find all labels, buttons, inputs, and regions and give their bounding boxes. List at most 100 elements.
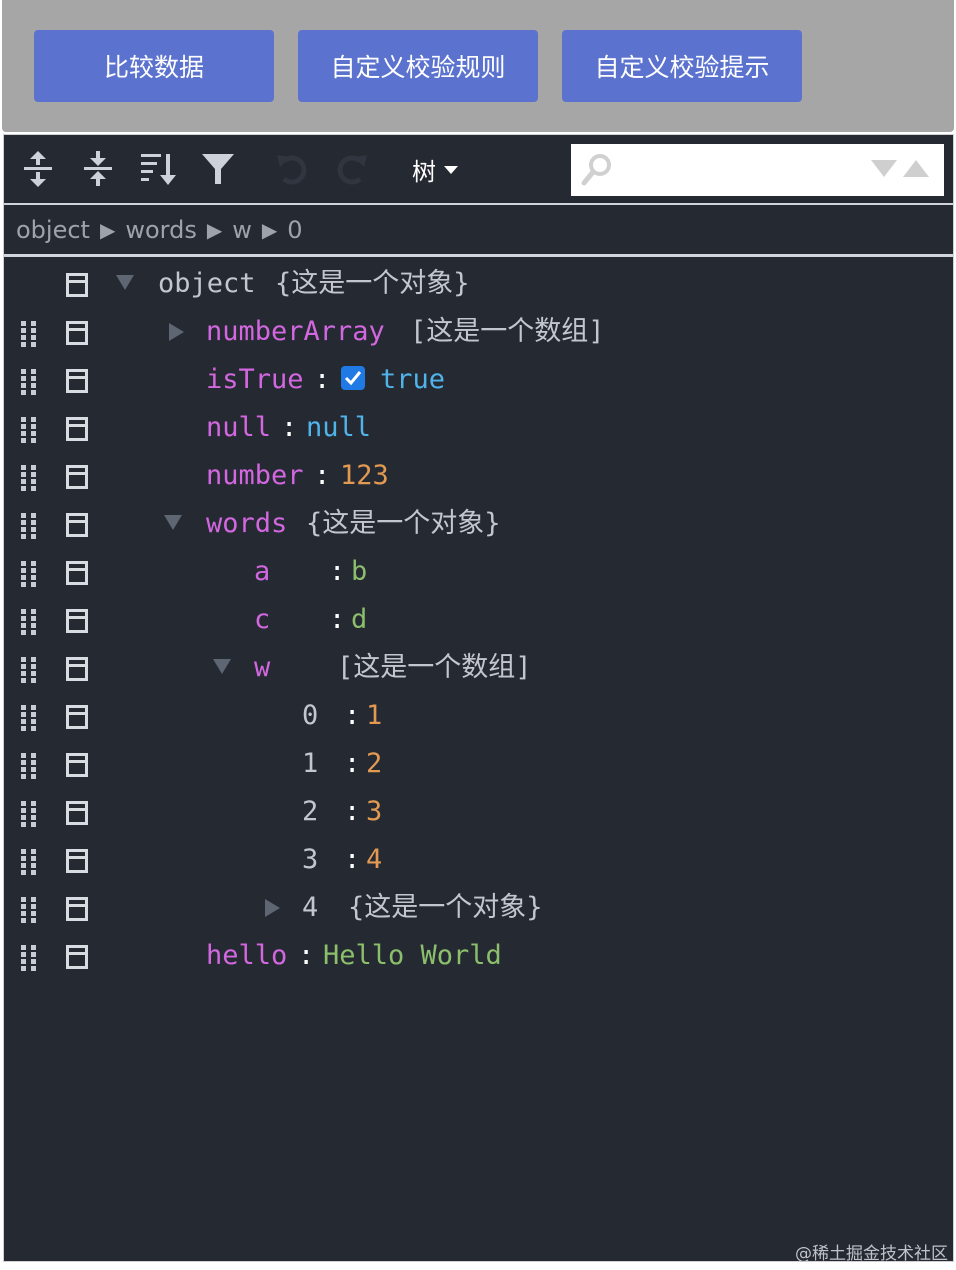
custom-validation-rules-button[interactable]: 自定义校验规则: [298, 30, 538, 102]
editor-toolbar: 树: [4, 135, 953, 205]
expand-toggle-icon[interactable]: [169, 323, 184, 341]
tree-row-hello: hello : Hello World: [4, 933, 953, 981]
field-key[interactable]: isTrue: [206, 363, 304, 397]
field-key[interactable]: c: [254, 603, 270, 637]
drag-handle-icon[interactable]: [21, 657, 37, 687]
filter-icon[interactable]: [196, 147, 240, 191]
key-value-separator: :: [281, 412, 298, 443]
field-description: {这是一个对象}: [348, 892, 543, 923]
drag-handle-icon[interactable]: [21, 465, 37, 495]
field-key[interactable]: a: [254, 555, 270, 589]
drag-handle-icon[interactable]: [21, 609, 37, 639]
array-index: 2: [302, 796, 319, 827]
redo-icon[interactable]: [330, 147, 374, 191]
context-menu-icon[interactable]: [66, 609, 88, 633]
compare-data-button[interactable]: 比较数据: [34, 30, 274, 102]
field-key[interactable]: null: [206, 411, 271, 445]
array-index: 4: [302, 892, 319, 923]
field-value[interactable]: d: [351, 603, 367, 637]
context-menu-icon[interactable]: [66, 513, 88, 537]
breadcrumb-separator-icon: ▶: [99, 217, 116, 242]
field-value[interactable]: Hello World: [323, 939, 502, 973]
drag-handle-icon[interactable]: [21, 753, 37, 783]
context-menu-icon[interactable]: [66, 897, 88, 921]
breadcrumb-item[interactable]: words: [125, 216, 197, 244]
expand-toggle-icon[interactable]: [265, 899, 280, 917]
field-value[interactable]: 3: [366, 795, 382, 829]
tree-row-root: object {这是一个对象}: [4, 261, 953, 309]
tree-row-null: null : null: [4, 405, 953, 453]
tree-row-w-1: 1 : 2: [4, 741, 953, 789]
tree-row-isTrue: isTrue : true: [4, 357, 953, 405]
root-key[interactable]: object: [158, 267, 256, 301]
breadcrumb-item[interactable]: w: [232, 216, 252, 244]
key-value-separator: :: [314, 364, 331, 395]
breadcrumb-separator-icon: ▶: [206, 217, 223, 242]
field-key[interactable]: numberArray: [206, 315, 385, 349]
breadcrumb-item[interactable]: 0: [287, 216, 302, 244]
search-next-icon[interactable]: [871, 160, 897, 177]
field-value[interactable]: 123: [340, 459, 389, 493]
breadcrumb: object ▶ words ▶ w ▶ 0: [4, 205, 953, 257]
key-value-separator: :: [344, 700, 361, 731]
collapse-all-icon[interactable]: [76, 147, 120, 191]
mode-label: 树: [412, 157, 436, 186]
drag-handle-icon[interactable]: [21, 321, 37, 351]
expand-all-icon[interactable]: [16, 147, 60, 191]
expand-toggle-icon[interactable]: [164, 515, 182, 530]
context-menu-icon[interactable]: [66, 417, 88, 441]
key-value-separator: :: [344, 796, 361, 827]
array-index: 0: [302, 700, 319, 731]
drag-handle-icon[interactable]: [21, 417, 37, 447]
field-value[interactable]: true: [380, 363, 445, 397]
field-value[interactable]: 4: [366, 843, 382, 877]
tree-row-words: words {这是一个对象}: [4, 501, 953, 549]
context-menu-icon[interactable]: [66, 657, 88, 681]
search-icon: [581, 153, 613, 191]
drag-handle-icon[interactable]: [21, 369, 37, 399]
field-description: [这是一个数组]: [337, 652, 532, 683]
context-menu-icon[interactable]: [66, 849, 88, 873]
tree-row-w-3: 3 : 4: [4, 837, 953, 885]
expand-toggle-icon[interactable]: [213, 659, 231, 674]
key-value-separator: :: [298, 940, 315, 971]
watermark: @稀土掘金技术社区: [795, 1244, 948, 1264]
drag-handle-icon[interactable]: [21, 561, 37, 591]
expand-toggle-icon[interactable]: [116, 275, 134, 290]
mode-select[interactable]: 树: [412, 149, 458, 189]
field-value[interactable]: 2: [366, 747, 382, 781]
search-previous-icon[interactable]: [903, 160, 929, 177]
field-value[interactable]: 1: [366, 699, 382, 733]
context-menu-icon[interactable]: [66, 369, 88, 393]
custom-validation-hints-button[interactable]: 自定义校验提示: [562, 30, 802, 102]
field-key[interactable]: words: [206, 507, 287, 541]
tree-row-numberArray: numberArray [这是一个数组]: [4, 309, 953, 357]
field-value[interactable]: b: [351, 555, 367, 589]
field-key[interactable]: number: [206, 459, 304, 493]
field-key[interactable]: w: [254, 651, 270, 685]
search-input[interactable]: [619, 152, 863, 190]
drag-handle-icon[interactable]: [21, 945, 37, 975]
boolean-checkbox[interactable]: [341, 366, 365, 390]
context-menu-icon[interactable]: [66, 705, 88, 729]
array-index: 1: [302, 748, 319, 779]
context-menu-icon[interactable]: [66, 801, 88, 825]
search-box: [571, 144, 944, 196]
field-key[interactable]: hello: [206, 939, 287, 973]
context-menu-icon[interactable]: [66, 321, 88, 345]
drag-handle-icon[interactable]: [21, 897, 37, 927]
drag-handle-icon[interactable]: [21, 705, 37, 735]
drag-handle-icon[interactable]: [21, 801, 37, 831]
drag-handle-icon[interactable]: [21, 849, 37, 879]
field-description: {这是一个对象}: [306, 508, 501, 539]
context-menu-icon[interactable]: [66, 273, 88, 297]
sort-icon[interactable]: [136, 147, 180, 191]
context-menu-icon[interactable]: [66, 753, 88, 777]
field-value[interactable]: null: [306, 411, 371, 445]
undo-icon[interactable]: [270, 147, 314, 191]
context-menu-icon[interactable]: [66, 465, 88, 489]
drag-handle-icon[interactable]: [21, 513, 37, 543]
breadcrumb-item[interactable]: object: [16, 216, 90, 244]
context-menu-icon[interactable]: [66, 945, 88, 969]
context-menu-icon[interactable]: [66, 561, 88, 585]
